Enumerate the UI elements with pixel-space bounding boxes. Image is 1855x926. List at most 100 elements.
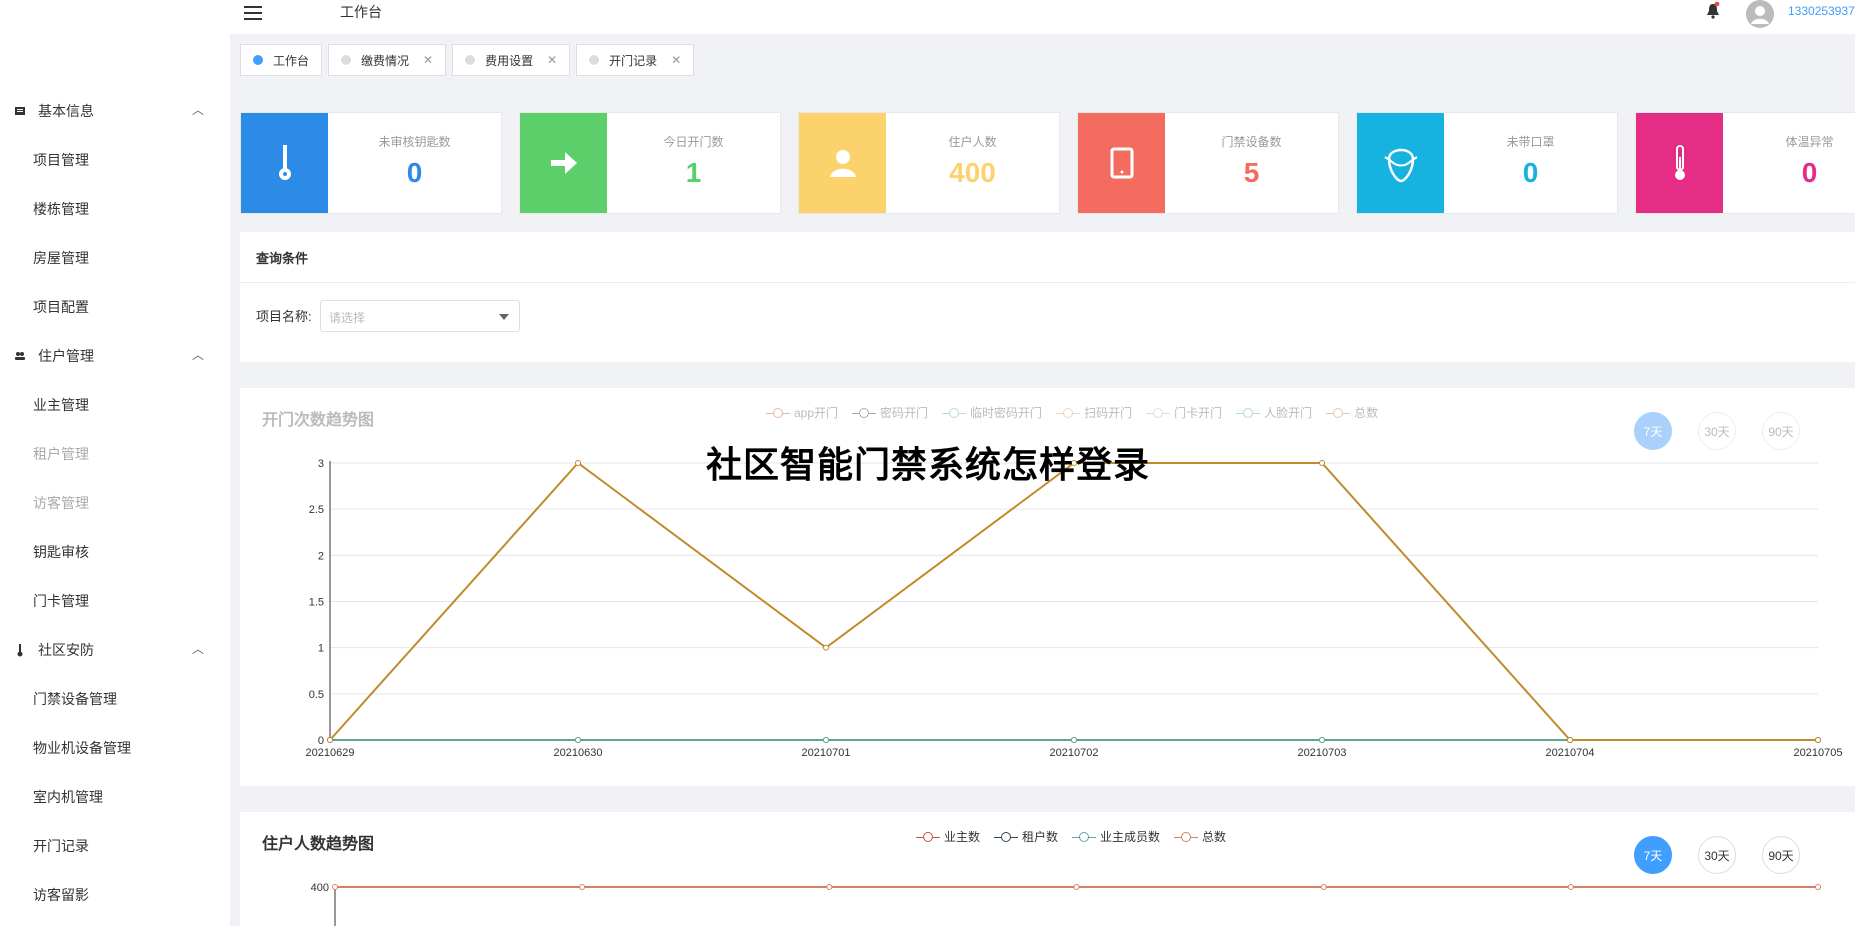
sidebar-item-visitor-photos[interactable]: 访客留影 [33, 885, 89, 905]
close-icon[interactable]: ✕ [671, 53, 681, 67]
chevron-up-icon: ︿ [191, 103, 204, 117]
data-point [826, 884, 833, 890]
stat-value: 0 [1522, 157, 1539, 188]
sidebar-item-property-device[interactable]: 物业机设备管理 [33, 738, 131, 758]
chevron-up-icon: ︿ [191, 348, 204, 362]
y-tick-label: 0.5 [309, 689, 324, 701]
data-point [579, 884, 586, 890]
data-point [1319, 460, 1325, 466]
sidebar-item-visitors[interactable]: 访客管理 [33, 493, 89, 513]
project-name-label: 项目名称: [256, 309, 312, 324]
tab-status-dot [589, 55, 600, 65]
users-icon [14, 349, 28, 363]
key-icon [241, 113, 328, 213]
data-point [1815, 737, 1821, 743]
stat-card-abnormal-temperature: 体温异常 0 [1635, 112, 1855, 214]
sidebar: 基本信息 ︿ 项目管理 楼栋管理 房屋管理 项目配置 住户管理 ︿ 业主管理 租… [0, 0, 230, 926]
sidebar-group-label: 基本信息 [38, 103, 94, 119]
resident-trend-panel: 住户人数趋势图 业主数 租户数 业主成员数 总数 7天 30天 90天 400 [240, 812, 1855, 926]
user-avatar-icon[interactable] [1746, 0, 1774, 28]
tab-door-records[interactable]: 开门记录 ✕ [576, 44, 695, 76]
sidebar-item-indoor-unit[interactable]: 室内机管理 [33, 787, 103, 807]
close-icon[interactable]: ✕ [547, 53, 557, 67]
data-point [1815, 884, 1821, 890]
y-tick-label: 1 [318, 643, 324, 655]
stat-card-unreviewed-keys: 未审核钥匙数 0 [240, 112, 502, 214]
data-point [1567, 884, 1574, 890]
thermometer-icon [14, 643, 28, 657]
tab-workbench[interactable]: 工作台 [240, 44, 323, 76]
sidebar-group-basic-info[interactable]: 基本信息 ︿ [14, 101, 204, 121]
sidebar-item-tenants[interactable]: 租户管理 [33, 444, 89, 464]
sidebar-item-building[interactable]: 楼栋管理 [33, 199, 89, 219]
stat-label: 未带口罩 [1506, 135, 1555, 149]
tablet-icon [1078, 113, 1165, 213]
tab-status-dot [253, 55, 263, 65]
data-point [332, 884, 338, 890]
stat-card-access-devices: 门禁设备数 5 [1077, 112, 1339, 214]
x-tick-label: 20210630 [554, 747, 603, 759]
stat-value: 400 [949, 157, 996, 188]
data-point [575, 460, 581, 466]
stat-value: 0 [1801, 157, 1818, 188]
username[interactable]: 1330253937 [1788, 4, 1855, 18]
sidebar-item-door-card[interactable]: 门卡管理 [33, 591, 89, 611]
divider [240, 282, 1855, 283]
mask-icon [1357, 113, 1444, 213]
person-icon [799, 113, 886, 213]
bell-icon[interactable] [1706, 1, 1720, 20]
close-icon[interactable]: ✕ [423, 53, 433, 67]
stat-label: 今日开门数 [663, 135, 724, 149]
data-point [1073, 884, 1080, 890]
x-tick-label: 20210703 [1298, 747, 1347, 759]
breadcrumb: 工作台 [340, 4, 382, 20]
data-point [1320, 884, 1327, 890]
sidebar-group-residents[interactable]: 住户管理 ︿ [14, 346, 204, 366]
sidebar-item-key-review[interactable]: 钥匙审核 [33, 542, 89, 562]
sidebar-item-access-device[interactable]: 门禁设备管理 [33, 689, 117, 709]
stat-value: 0 [406, 157, 423, 188]
data-point [1071, 737, 1077, 743]
data-point [823, 737, 829, 743]
data-point [1567, 737, 1573, 743]
data-point [575, 737, 581, 743]
tab-status-dot [465, 55, 476, 65]
query-title: 查询条件 [256, 251, 309, 266]
data-point [327, 737, 333, 743]
tab-payment-status[interactable]: 缴费情况 ✕ [328, 44, 447, 76]
stat-card-residents: 住户人数 400 [798, 112, 1060, 214]
sidebar-group-security[interactable]: 社区安防 ︿ [14, 640, 204, 660]
hamburger-icon[interactable] [244, 6, 262, 22]
overlay-caption: 社区智能门禁系统怎样登录 [706, 444, 1151, 485]
y-tick-label: 1.5 [309, 597, 324, 609]
chevron-up-icon: ︿ [191, 642, 204, 656]
thermometer-icon [1636, 113, 1723, 213]
data-point [1319, 737, 1325, 743]
sidebar-group-label: 社区安防 [38, 642, 94, 658]
sidebar-group-label: 住户管理 [38, 348, 94, 364]
query-panel: 查询条件 项目名称: 请选择 [240, 232, 1855, 362]
x-tick-label: 20210702 [1050, 747, 1099, 759]
data-point [823, 644, 829, 651]
y-tick-label: 3 [318, 458, 324, 470]
tab-bar: 工作台 缴费情况 ✕ 费用设置 ✕ 开门记录 ✕ [240, 44, 695, 76]
tab-label: 费用设置 [485, 53, 534, 68]
caret-down-icon [499, 314, 509, 320]
top-bar: 工作台 1330253937 [230, 0, 1855, 34]
tab-label: 开门记录 [609, 53, 658, 68]
sidebar-item-owners[interactable]: 业主管理 [33, 395, 89, 415]
sidebar-item-house[interactable]: 房屋管理 [33, 248, 89, 268]
sidebar-item-project-config[interactable]: 项目配置 [33, 297, 89, 317]
stat-value: 5 [1243, 157, 1260, 188]
x-tick-label: 20210701 [802, 747, 851, 759]
sidebar-item-project[interactable]: 项目管理 [33, 150, 89, 170]
info-card-icon [14, 104, 28, 118]
tab-label: 缴费情况 [361, 53, 410, 68]
project-select[interactable]: 请选择 [320, 300, 520, 332]
y-tick-label: 400 [311, 882, 329, 894]
x-tick-label: 20210705 [1794, 747, 1843, 759]
arrow-right-icon [520, 113, 607, 213]
stat-value: 1 [685, 157, 702, 188]
tab-fee-settings[interactable]: 费用设置 ✕ [452, 44, 571, 76]
sidebar-item-door-records[interactable]: 开门记录 [33, 836, 89, 856]
